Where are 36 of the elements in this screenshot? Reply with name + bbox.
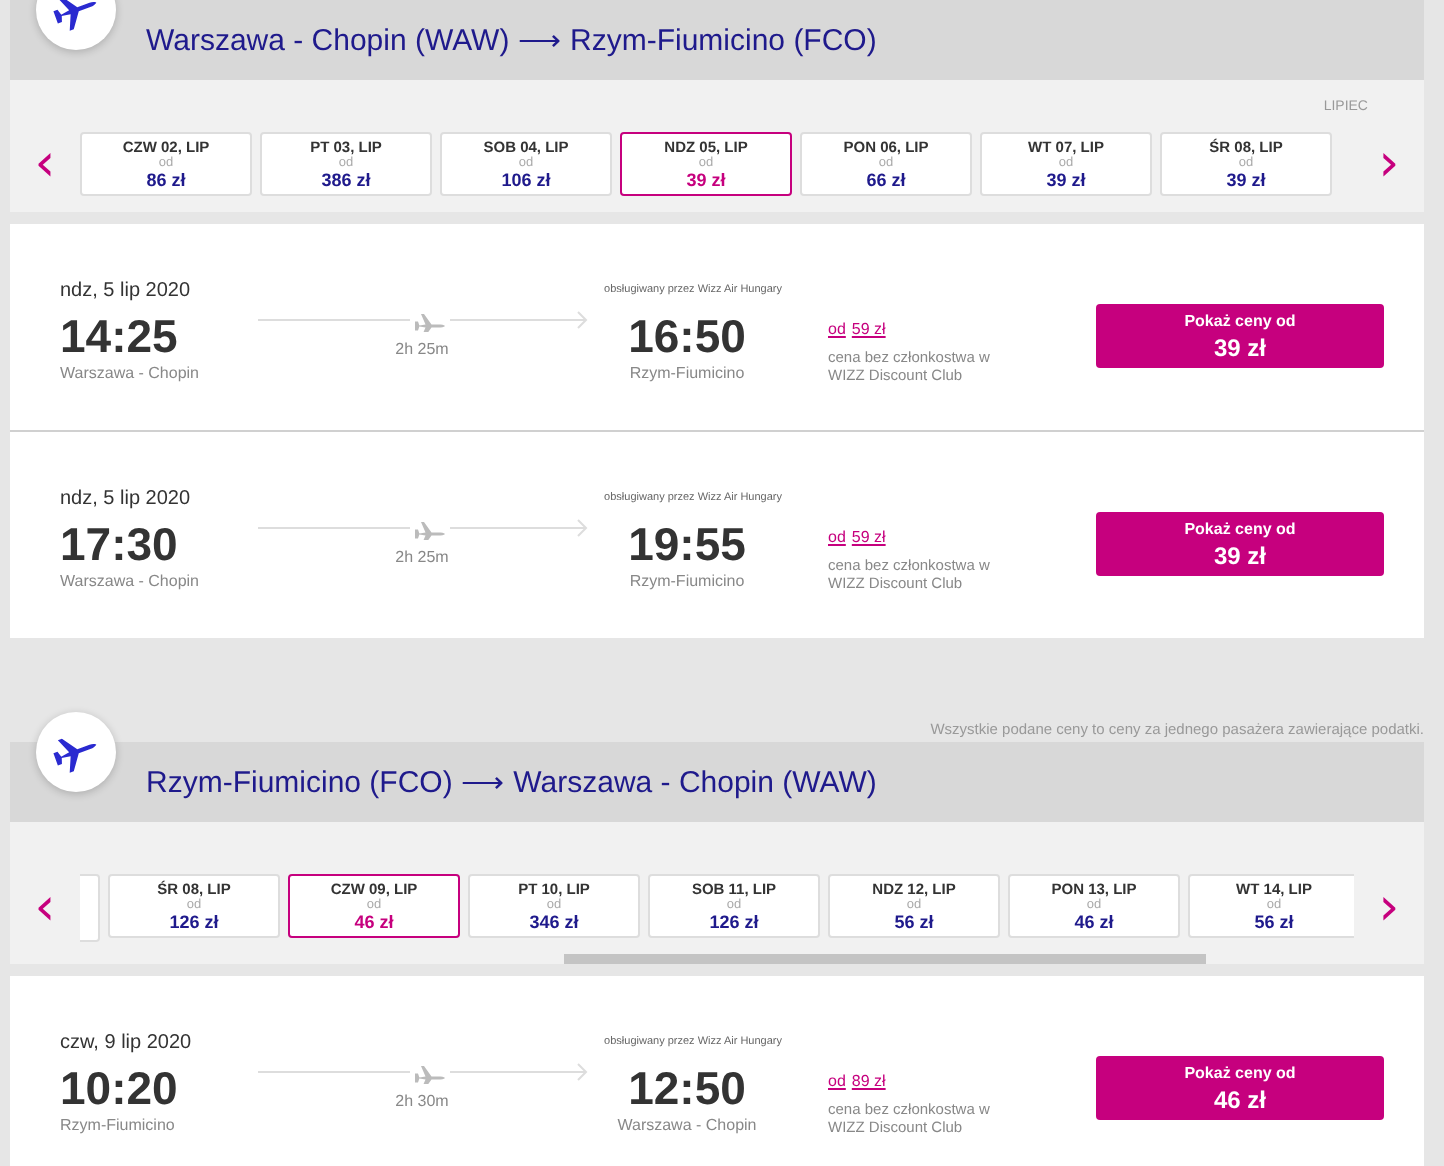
show-prices-button[interactable]: Pokaż ceny od 46 zł [1096, 1056, 1384, 1120]
member-price-link[interactable]: od [828, 320, 846, 338]
departure-time: 14:25 [60, 308, 180, 364]
member-price-link[interactable]: 59 zł [851, 528, 886, 546]
previous-button[interactable]: ‹ [10, 144, 80, 184]
member-price-link[interactable]: od [828, 1072, 846, 1090]
flight-duration: 2h 25m [395, 548, 449, 566]
departure-airport: Warszawa - Chopin [60, 572, 202, 590]
member-price-link[interactable]: 89 zł [851, 1072, 886, 1090]
next-button[interactable]: › [1354, 888, 1424, 928]
member-price-link[interactable]: 59 zł [851, 320, 886, 338]
departure-time: 17:30 [60, 516, 180, 572]
flight-date: czw, 9 lip 2020 [60, 1032, 194, 1058]
member-price-link[interactable]: od [828, 528, 846, 546]
arrival-time: 12:50 [628, 1060, 746, 1116]
flight-duration: 2h 30m [395, 1092, 449, 1110]
date-card[interactable] [80, 874, 100, 942]
next-button[interactable]: › [1354, 144, 1424, 184]
arrival-airport: Warszawa - Chopin [617, 1116, 757, 1134]
show-prices-button[interactable]: Pokaż ceny od 39 zł [1096, 512, 1384, 576]
plane-icon [36, 712, 116, 792]
arrival-time: 16:50 [628, 308, 746, 364]
departure-time: 10:20 [60, 1060, 180, 1116]
flight-duration: 2h 25m [395, 340, 449, 358]
show-prices-button[interactable]: Pokaż ceny od 39 zł [1096, 304, 1384, 368]
previous-button[interactable]: ‹ [10, 888, 80, 928]
departure-airport: Warszawa - Chopin [60, 364, 202, 382]
arrival-airport: Rzym-Fiumicino [629, 364, 745, 382]
arrival-time: 19:55 [628, 516, 746, 572]
flight-date: ndz, 5 lip 2020 [60, 488, 193, 514]
departure-airport: Rzym-Fiumicino [60, 1116, 177, 1134]
scrollbar-thumb[interactable] [564, 954, 1206, 964]
arrival-airport: Rzym-Fiumicino [629, 572, 745, 590]
flight-date: ndz, 5 lip 2020 [60, 280, 193, 306]
route-title: Rzym-Fiumicino (FCO) ⟶ Warszawa - Chopin (WAW) [146, 764, 877, 800]
route-title: Warszawa - Chopin (WAW) ⟶ Rzym-Fiumicino (FCO) [146, 22, 877, 58]
